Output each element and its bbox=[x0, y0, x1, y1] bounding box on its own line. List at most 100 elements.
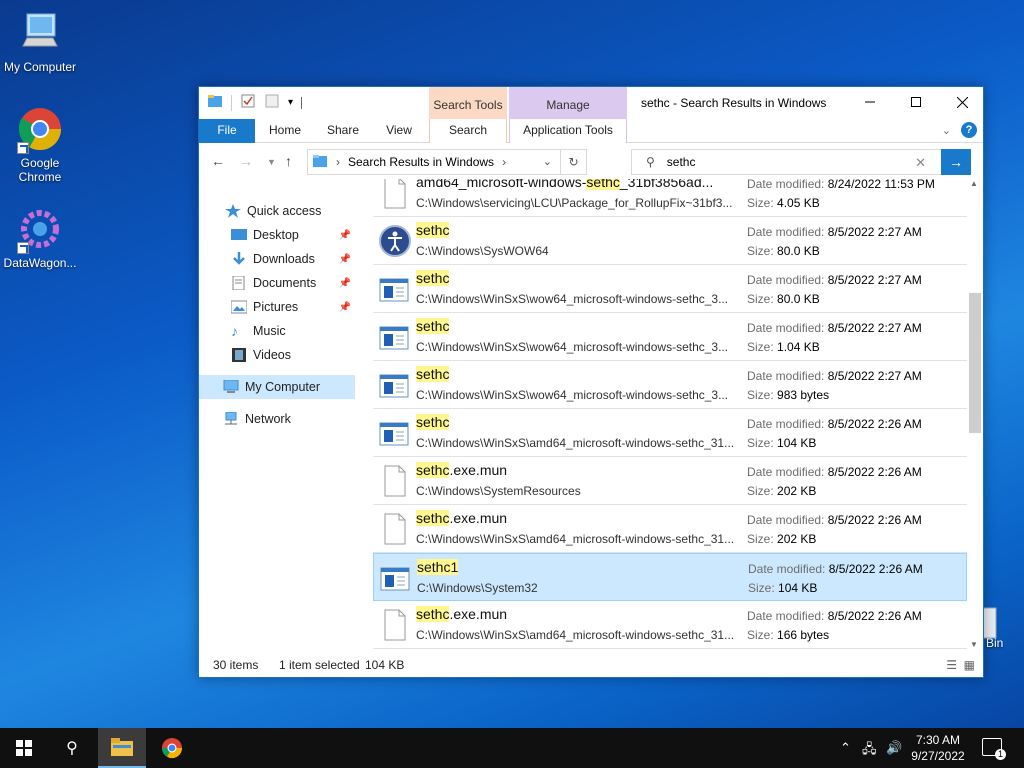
search-result-row[interactable]: sethc.exe.mun C:\Windows\WinSxS\amd64_mic… bbox=[373, 601, 967, 649]
nav-documents[interactable]: Documents 📌 bbox=[199, 271, 357, 295]
pin-icon[interactable]: 📌 bbox=[339, 302, 351, 313]
tab-home[interactable]: Home bbox=[259, 119, 311, 143]
result-file-path: C:\Windows\System32 bbox=[417, 581, 538, 595]
size-value: 104 KB bbox=[777, 436, 817, 450]
desktop-icon-chrome[interactable]: Google Chrome bbox=[0, 106, 80, 184]
desktop-icon-my-computer[interactable]: My Computer bbox=[0, 10, 80, 74]
search-match-highlight: sethc bbox=[586, 179, 620, 190]
search-result-row[interactable]: sethc.exe.mun C:\Windows\WinSxS\amd64_mic… bbox=[373, 505, 967, 553]
forward-button[interactable]: → bbox=[239, 153, 253, 169]
tab-search[interactable]: Search bbox=[429, 119, 507, 143]
tab-share[interactable]: Share bbox=[317, 119, 369, 143]
search-result-row[interactable]: sethc C:\Windows\WinSxS\wow64_microsoft-w… bbox=[373, 361, 967, 409]
result-size: Size: 166 bytes bbox=[747, 628, 829, 642]
desktop-icon-datawagon[interactable]: DataWagon... bbox=[0, 206, 80, 270]
minimize-button[interactable] bbox=[847, 87, 893, 117]
action-center-button[interactable]: 1 bbox=[982, 738, 1006, 760]
pin-icon[interactable]: 📌 bbox=[339, 254, 351, 265]
up-button[interactable]: ↑ bbox=[285, 153, 292, 169]
search-box[interactable]: ⚲ sethc ✕ → bbox=[631, 149, 971, 175]
properties-icon[interactable] bbox=[240, 93, 256, 112]
search-tools-label: Search Tools bbox=[433, 98, 503, 112]
clear-search-icon[interactable]: ✕ bbox=[915, 155, 926, 171]
address-bar[interactable]: › Search Results in Windows › ⌄ ↻ bbox=[307, 149, 587, 175]
nav-music[interactable]: ♪ Music bbox=[199, 319, 357, 343]
search-result-row[interactable]: sethc C:\Windows\SysWOW64 Date modified: 8… bbox=[373, 217, 967, 265]
network-status-icon[interactable]: 🖧 bbox=[862, 740, 877, 762]
ribbon-controls: ⌄ ? bbox=[942, 122, 977, 138]
taskbar-chrome[interactable] bbox=[148, 728, 196, 768]
scroll-up-arrow-icon[interactable]: ▲ bbox=[970, 179, 978, 188]
nav-downloads[interactable]: Downloads 📌 bbox=[199, 247, 357, 271]
result-file-name: sethc bbox=[416, 414, 450, 430]
nav-my-computer[interactable]: My Computer bbox=[199, 375, 355, 399]
large-icons-view-icon[interactable]: ▦ bbox=[964, 658, 975, 672]
taskbar: ⚲ ⌃ 🖧 🔊 7:30 AM 9/27/2022 1 bbox=[0, 728, 1024, 768]
address-dropdown-chevron-icon[interactable]: ⌄ bbox=[543, 155, 552, 168]
result-file-name: sethc bbox=[416, 270, 450, 286]
tab-file[interactable]: File bbox=[199, 119, 255, 143]
app-window-icon bbox=[379, 369, 409, 401]
tab-view[interactable]: View bbox=[375, 119, 423, 143]
date-modified-value: 8/24/2022 11:53 PM bbox=[827, 179, 935, 191]
result-size: Size: 104 KB bbox=[747, 436, 816, 450]
music-note-icon: ♪ bbox=[231, 323, 238, 339]
customize-toolbar-chevron-icon[interactable]: ▾ bbox=[288, 97, 293, 108]
result-date-modified: Date modified: 8/5/2022 2:26 AM bbox=[747, 465, 922, 479]
show-hidden-icons-chevron-icon[interactable]: ⌃ bbox=[840, 740, 851, 756]
search-result-row[interactable]: sethc1 C:\Windows\System32 Date modified: … bbox=[373, 553, 967, 601]
search-result-row[interactable]: amd64_microsoft-windows-sethc_31bf3856ad… bbox=[373, 179, 967, 217]
search-input[interactable]: sethc bbox=[667, 155, 696, 169]
details-view-icon[interactable]: ☰ bbox=[946, 658, 957, 672]
date-modified-value: 8/5/2022 2:26 AM bbox=[828, 562, 923, 576]
vertical-scrollbar[interactable]: ▲ ▼ bbox=[967, 179, 981, 649]
scroll-down-arrow-icon[interactable]: ▼ bbox=[970, 640, 978, 649]
help-icon[interactable]: ? bbox=[961, 122, 977, 138]
expand-ribbon-chevron-icon[interactable]: ⌄ bbox=[942, 124, 951, 137]
search-icon: ⚲ bbox=[66, 740, 78, 757]
size-label: Size: bbox=[747, 340, 774, 354]
file-name-suffix: .exe.mun bbox=[449, 510, 508, 526]
new-folder-icon[interactable] bbox=[264, 93, 280, 112]
size-value: 80.0 KB bbox=[777, 244, 820, 258]
search-go-button[interactable]: → bbox=[941, 149, 971, 175]
result-size: Size: 983 bytes bbox=[747, 388, 829, 402]
network-icon bbox=[223, 411, 239, 426]
clock[interactable]: 7:30 AM 9/27/2022 bbox=[906, 732, 970, 764]
nav-network[interactable]: Network bbox=[199, 407, 357, 431]
result-date-modified: Date modified: 8/5/2022 2:27 AM bbox=[747, 225, 922, 239]
result-date-modified: Date modified: 8/5/2022 2:26 AM bbox=[747, 417, 922, 431]
download-arrow-icon bbox=[231, 252, 247, 266]
nav-quick-access[interactable]: Quick access bbox=[199, 199, 357, 223]
taskbar-file-explorer[interactable] bbox=[98, 728, 146, 768]
breadcrumb-location[interactable]: Search Results in Windows bbox=[348, 155, 494, 169]
search-match-highlight: sethc bbox=[416, 414, 450, 430]
back-button[interactable]: ← bbox=[211, 153, 225, 169]
size-value: 1.04 KB bbox=[777, 340, 820, 354]
breadcrumb-separator-icon: › bbox=[502, 155, 507, 169]
scrollbar-thumb[interactable] bbox=[969, 293, 981, 433]
search-result-row[interactable]: sethc C:\Windows\WinSxS\amd64_microsoft-w… bbox=[373, 409, 967, 457]
folder-icon bbox=[111, 738, 133, 756]
size-value: 166 bytes bbox=[777, 628, 830, 642]
recent-locations-chevron-icon[interactable]: ▼ bbox=[267, 157, 276, 167]
volume-icon[interactable]: 🔊 bbox=[886, 740, 902, 756]
nav-videos[interactable]: Videos bbox=[199, 343, 357, 367]
result-date-modified: Date modified: 8/5/2022 2:26 AM bbox=[747, 513, 922, 527]
search-button[interactable]: ⚲ bbox=[48, 728, 96, 768]
date-modified-label: Date modified: bbox=[747, 417, 825, 431]
maximize-button[interactable] bbox=[893, 87, 939, 117]
search-result-row[interactable]: sethc C:\Windows\WinSxS\wow64_microsoft-w… bbox=[373, 265, 967, 313]
tab-application-tools[interactable]: Application Tools bbox=[509, 119, 627, 143]
nav-pictures[interactable]: Pictures 📌 bbox=[199, 295, 357, 319]
result-date-modified: Date modified: 8/24/2022 11:53 PM bbox=[747, 179, 935, 191]
close-button[interactable] bbox=[939, 87, 985, 117]
pin-icon[interactable]: 📌 bbox=[339, 230, 351, 241]
search-result-row[interactable]: sethc.exe.mun C:\Windows\SystemResources D… bbox=[373, 457, 967, 505]
start-button[interactable] bbox=[0, 728, 48, 768]
search-result-row[interactable]: sethc C:\Windows\WinSxS\wow64_microsoft-w… bbox=[373, 313, 967, 361]
nav-desktop[interactable]: Desktop 📌 bbox=[199, 223, 357, 247]
pin-icon[interactable]: 📌 bbox=[339, 278, 351, 289]
refresh-button[interactable]: ↻ bbox=[560, 150, 586, 174]
title-bar: ▾ Search Tools Manage sethc - Search Res… bbox=[199, 87, 985, 143]
